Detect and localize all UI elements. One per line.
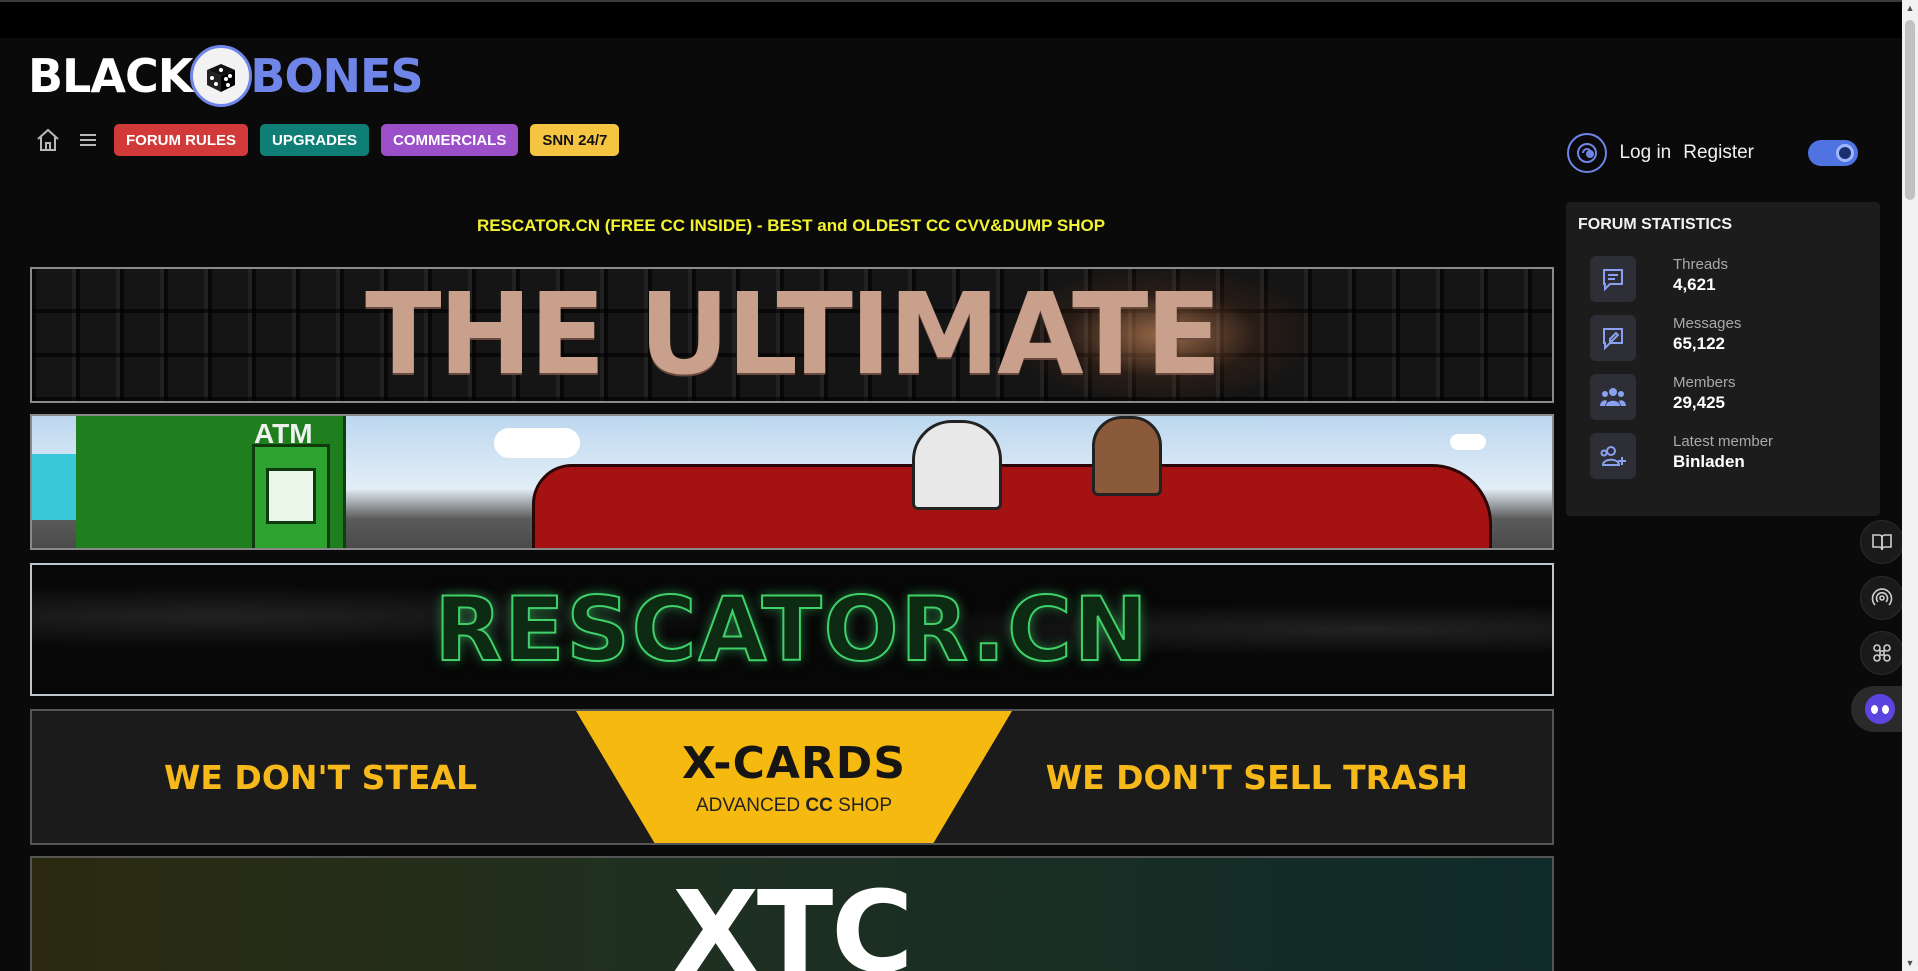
stat-threads: Threads 4,621 (1590, 256, 1868, 302)
theme-toggle[interactable] (1808, 140, 1858, 166)
book-icon[interactable] (1860, 520, 1904, 564)
xcards-center-panel: X-CARDS ADVANCED CC SHOP (576, 711, 1012, 843)
banner-rescator[interactable]: RESCATOR.CN (30, 563, 1554, 696)
banner-ultimate-text: THE ULTIMATE (365, 270, 1222, 400)
logo-text-bones: BONES (250, 49, 423, 103)
xcards-subtitle: ADVANCED CC SHOP (696, 795, 892, 817)
banner-xtc-text: XTC (672, 868, 914, 971)
broadcast-icon[interactable] (1860, 576, 1904, 620)
chat-bubble-icon (1590, 256, 1636, 302)
stat-members: Members 29,425 (1590, 374, 1868, 420)
main-nav: FORUM RULES UPGRADES COMMERCIALS SNN 24/… (34, 124, 620, 156)
register-link[interactable]: Register (1683, 142, 1754, 164)
banner-rescator-text: RESCATOR.CN (434, 577, 1150, 682)
atm-screen-graphic (266, 468, 316, 524)
logo-text-black: BLACK (28, 49, 193, 103)
stat-latest-member: Latest member Binladen (1590, 433, 1868, 479)
toggle-knob (1836, 144, 1854, 162)
banner-x-cards[interactable]: WE DON'T STEAL X-CARDS ADVANCED CC SHOP … (30, 709, 1554, 845)
banner-xtc[interactable]: XTC (30, 856, 1554, 971)
stat-label: Messages (1673, 315, 1742, 332)
edit-message-icon (1590, 315, 1636, 361)
hamburger-menu-icon[interactable] (74, 126, 102, 154)
xcards-sub-bold: CC (805, 794, 833, 816)
cloud-graphic-small (1450, 434, 1486, 450)
dice-icon (190, 45, 253, 107)
stat-value: 65,122 (1673, 334, 1725, 353)
nav-forum-rules-button[interactable]: FORUM RULES (114, 124, 248, 156)
command-icon[interactable] (1860, 631, 1904, 675)
xcards-left-slogan: WE DON'T STEAL (164, 757, 477, 797)
banner-atm-car[interactable]: ATM (30, 414, 1554, 550)
xcards-sub-after: SHOP (838, 794, 893, 816)
stat-value: 4,621 (1673, 275, 1716, 294)
site-logo[interactable]: BLACK BONES (28, 44, 424, 108)
stat-label: Threads (1673, 256, 1729, 273)
driver-illustration (912, 420, 1002, 510)
nav-snn-button[interactable]: SNN 24/7 (530, 124, 620, 156)
stat-value: 29,425 (1673, 393, 1725, 412)
forum-statistics-panel: FORUM STATISTICS Threads 4,621 Messages … (1566, 202, 1880, 516)
passenger-illustration (1092, 416, 1162, 496)
headline-link[interactable]: RESCATOR.CN (FREE CC INSIDE) - BEST and … (30, 216, 1552, 236)
page-scrollbar[interactable]: ▲ ▼ (1902, 0, 1918, 971)
home-icon[interactable] (34, 126, 62, 154)
xcards-title: X-CARDS (681, 737, 907, 789)
users-icon (1590, 374, 1636, 420)
xcards-sub-before: ADVANCED (695, 794, 801, 816)
cloud-graphic (494, 428, 580, 458)
guest-avatar-icon[interactable] (1567, 133, 1608, 173)
latest-member-link[interactable]: Binladen (1673, 452, 1773, 472)
atm-label: ATM (254, 418, 313, 449)
auth-area: Log in Register (1567, 133, 1858, 173)
browser-top-strip (0, 0, 1918, 38)
nav-commercials-button[interactable]: COMMERCIALS (381, 124, 519, 156)
login-link[interactable]: Log in (1619, 142, 1671, 164)
stat-label: Members (1673, 374, 1736, 391)
scroll-down-arrow-icon[interactable]: ▼ (1902, 955, 1918, 971)
scrollbar-thumb[interactable] (1905, 20, 1915, 200)
nav-upgrades-button[interactable]: UPGRADES (260, 124, 370, 156)
sea-graphic (32, 454, 76, 520)
scroll-up-arrow-icon[interactable]: ▲ (1902, 0, 1918, 16)
stats-title: FORUM STATISTICS (1578, 216, 1733, 233)
stat-label: Latest member (1673, 433, 1774, 450)
banner-the-ultimate[interactable]: THE ULTIMATE (30, 267, 1554, 403)
add-user-icon (1590, 433, 1636, 479)
chat-bot-face (1864, 694, 1895, 724)
stat-messages: Messages 65,122 (1590, 315, 1868, 361)
red-car-graphic (532, 464, 1492, 548)
chat-bot-icon[interactable] (1851, 686, 1908, 732)
xcards-right-slogan: WE DON'T SELL TRASH (1045, 757, 1468, 797)
